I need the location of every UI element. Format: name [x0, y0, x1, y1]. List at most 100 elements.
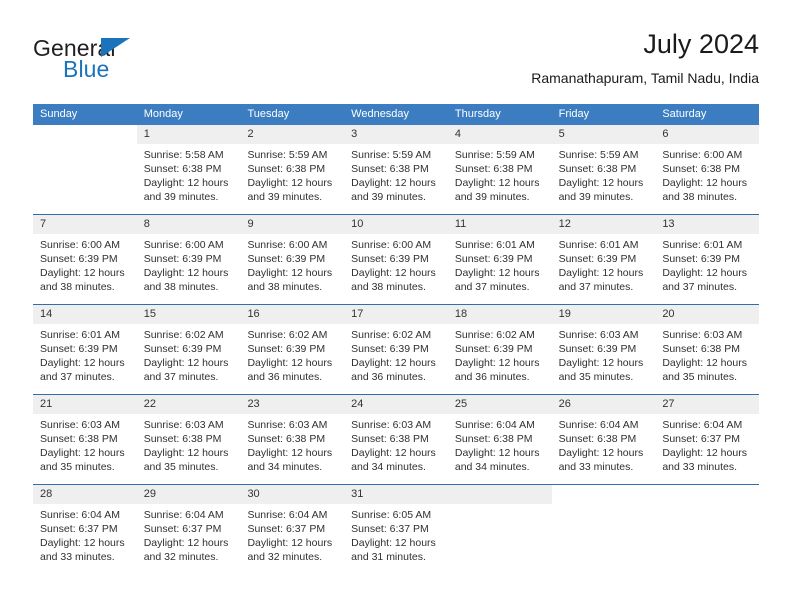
logo-text-blue: Blue [63, 56, 110, 82]
day-cell[interactable]: 18 Sunrise: 6:02 AM Sunset: 6:39 PM Dayligh… [447, 305, 552, 394]
day-cell[interactable]: 17 Sunrise: 6:02 AM Sunset: 6:39 PM Dayligh… [344, 305, 448, 394]
sunrise-text: Sunrise: 5:59 AM [247, 149, 328, 161]
sunrise-text: Sunrise: 6:04 AM [40, 509, 120, 521]
day-number: 20 [655, 305, 760, 324]
day-cell[interactable]: 6 Sunrise: 6:00 AM Sunset: 6:38 PM Daylight… [655, 125, 760, 214]
daylight-text-line2: and 32 minutes. [247, 551, 323, 563]
sunset-text: Sunset: 6:39 PM [351, 253, 429, 265]
day-cell[interactable]: 20 Sunrise: 6:03 AM Sunset: 6:38 PM Dayligh… [655, 305, 760, 394]
sunrise-text: Sunrise: 6:01 AM [40, 329, 120, 341]
day-cell[interactable]: 22 Sunrise: 6:03 AM Sunset: 6:38 PM Dayligh… [136, 395, 241, 484]
sunrise-text: Sunrise: 6:04 AM [143, 509, 224, 521]
daylight-text-line2: and 35 minutes. [143, 461, 219, 473]
weekday-header-sunday: Sunday [40, 108, 78, 120]
day-number: 24 [344, 395, 448, 414]
week-row: 28 Sunrise: 6:04 AM Sunset: 6:37 PM Dayligh… [33, 484, 759, 574]
daylight-text-line1: Daylight: 12 hours [247, 537, 333, 549]
sunset-text: Sunset: 6:38 PM [558, 163, 637, 175]
day-cell[interactable]: 1 Sunrise: 5:58 AM Sunset: 6:38 PM Daylight… [136, 125, 241, 214]
daylight-text-line1: Daylight: 12 hours [454, 357, 540, 369]
day-details: Sunrise: 5:59 AM Sunset: 6:38 PM Daylight:… [552, 144, 656, 210]
day-cell[interactable]: 26 Sunrise: 6:04 AM Sunset: 6:38 PM Dayligh… [551, 395, 656, 484]
day-cell[interactable]: 31 Sunrise: 6:05 AM Sunset: 6:37 PM Dayligh… [344, 485, 448, 574]
location-subtitle: Ramanathapuram, Tamil Nadu, India [531, 70, 759, 86]
day-details: Sunrise: 5:59 AM Sunset: 6:38 PM Daylight:… [344, 144, 448, 210]
day-cell[interactable]: 25 Sunrise: 6:04 AM Sunset: 6:38 PM Dayligh… [447, 395, 552, 484]
day-number [33, 125, 137, 144]
day-cell[interactable]: 11 Sunrise: 6:01 AM Sunset: 6:39 PM Dayligh… [447, 215, 552, 304]
day-details: Sunrise: 6:04 AM Sunset: 6:37 PM Daylight:… [33, 504, 137, 570]
day-number: 8 [136, 215, 241, 234]
sunset-text: Sunset: 6:39 PM [143, 253, 222, 265]
day-cell[interactable]: 7 Sunrise: 6:00 AM Sunset: 6:39 PM Daylight… [33, 215, 137, 304]
daylight-text-line1: Daylight: 12 hours [40, 267, 125, 279]
daylight-text-line2: and 34 minutes. [454, 461, 530, 473]
day-cell[interactable]: 2 Sunrise: 5:59 AM Sunset: 6:38 PM Daylight… [240, 125, 345, 214]
daylight-text-line2: and 39 minutes. [558, 191, 634, 203]
day-cell[interactable]: 19 Sunrise: 6:03 AM Sunset: 6:39 PM Dayligh… [551, 305, 656, 394]
sunrise-text: Sunrise: 6:01 AM [662, 239, 743, 251]
day-cell[interactable]: 10 Sunrise: 6:00 AM Sunset: 6:39 PM Dayligh… [344, 215, 448, 304]
sunrise-text: Sunrise: 6:03 AM [247, 419, 328, 431]
day-cell[interactable]: 24 Sunrise: 6:03 AM Sunset: 6:38 PM Dayligh… [344, 395, 448, 484]
day-cell[interactable]: 28 Sunrise: 6:04 AM Sunset: 6:37 PM Dayligh… [33, 485, 137, 574]
day-number: 2 [240, 125, 345, 144]
daylight-text-line1: Daylight: 12 hours [247, 447, 333, 459]
day-number: 10 [344, 215, 448, 234]
sunset-text: Sunset: 6:38 PM [40, 433, 118, 445]
daylight-text-line1: Daylight: 12 hours [558, 177, 644, 189]
daylight-text-line2: and 31 minutes. [351, 551, 426, 563]
day-number: 27 [655, 395, 760, 414]
sunset-text: Sunset: 6:38 PM [662, 163, 740, 175]
weekday-header-thursday: Thursday [454, 108, 501, 120]
logo-triangle-icon [101, 38, 130, 57]
day-cell[interactable]: 9 Sunrise: 6:00 AM Sunset: 6:39 PM Daylight… [240, 215, 345, 304]
daylight-text-line1: Daylight: 12 hours [558, 357, 644, 369]
day-cell[interactable]: 14 Sunrise: 6:01 AM Sunset: 6:39 PM Dayligh… [33, 305, 137, 394]
daylight-text-line2: and 34 minutes. [351, 461, 426, 473]
daylight-text-line1: Daylight: 12 hours [40, 357, 125, 369]
daylight-text-line1: Daylight: 12 hours [247, 357, 333, 369]
daylight-text-line2: and 39 minutes. [247, 191, 323, 203]
day-details: Sunrise: 6:03 AM Sunset: 6:38 PM Daylight:… [33, 414, 137, 480]
sunset-text: Sunset: 6:39 PM [558, 253, 637, 265]
sunrise-text: Sunrise: 6:04 AM [558, 419, 639, 431]
day-cell[interactable]: 29 Sunrise: 6:04 AM Sunset: 6:37 PM Dayligh… [136, 485, 241, 574]
day-cell[interactable]: 27 Sunrise: 6:04 AM Sunset: 6:37 PM Dayligh… [655, 395, 760, 484]
day-number: 25 [447, 395, 552, 414]
daylight-text-line1: Daylight: 12 hours [351, 177, 436, 189]
daylight-text-line2: and 37 minutes. [143, 371, 219, 383]
sunrise-text: Sunrise: 6:02 AM [351, 329, 432, 341]
title-block: July 2024 Ramanathapuram, Tamil Nadu, In… [531, 28, 759, 89]
day-cell[interactable]: 15 Sunrise: 6:02 AM Sunset: 6:39 PM Dayligh… [136, 305, 241, 394]
daylight-text-line1: Daylight: 12 hours [662, 357, 747, 369]
day-cell[interactable]: 16 Sunrise: 6:02 AM Sunset: 6:39 PM Dayligh… [240, 305, 345, 394]
sunset-text: Sunset: 6:39 PM [662, 253, 740, 265]
daylight-text-line1: Daylight: 12 hours [351, 537, 436, 549]
daylight-text-line1: Daylight: 12 hours [662, 447, 747, 459]
sunset-text: Sunset: 6:38 PM [351, 163, 429, 175]
day-details: Sunrise: 6:03 AM Sunset: 6:38 PM Daylight:… [344, 414, 448, 480]
day-cell[interactable]: 12 Sunrise: 6:01 AM Sunset: 6:39 PM Dayligh… [551, 215, 656, 304]
sunset-text: Sunset: 6:39 PM [558, 343, 637, 355]
sunrise-text: Sunrise: 6:03 AM [143, 419, 224, 431]
day-details: Sunrise: 5:59 AM Sunset: 6:38 PM Daylight:… [240, 144, 344, 210]
day-cell[interactable]: 23 Sunrise: 6:03 AM Sunset: 6:38 PM Dayligh… [240, 395, 345, 484]
daylight-text-line1: Daylight: 12 hours [247, 177, 333, 189]
daylight-text-line2: and 39 minutes. [351, 191, 426, 203]
day-number: 18 [447, 305, 552, 324]
day-cell[interactable]: 13 Sunrise: 6:01 AM Sunset: 6:39 PM Dayligh… [655, 215, 760, 304]
daylight-text-line2: and 32 minutes. [143, 551, 219, 563]
daylight-text-line2: and 38 minutes. [143, 281, 219, 293]
day-number: 21 [33, 395, 137, 414]
weekday-header-tuesday: Tuesday [247, 108, 290, 120]
day-cell[interactable]: 30 Sunrise: 6:04 AM Sunset: 6:37 PM Dayligh… [240, 485, 345, 574]
day-cell[interactable]: 4 Sunrise: 5:59 AM Sunset: 6:38 PM Daylight… [447, 125, 552, 214]
day-cell[interactable]: 3 Sunrise: 5:59 AM Sunset: 6:38 PM Daylight… [344, 125, 448, 214]
day-cell[interactable]: 21 Sunrise: 6:03 AM Sunset: 6:38 PM Dayligh… [33, 395, 137, 484]
day-cell[interactable]: 5 Sunrise: 5:59 AM Sunset: 6:38 PM Daylight… [551, 125, 656, 214]
daylight-text-line2: and 37 minutes. [40, 371, 115, 383]
day-cell[interactable]: 8 Sunrise: 6:00 AM Sunset: 6:39 PM Daylight… [136, 215, 241, 304]
sunrise-text: Sunrise: 6:00 AM [662, 149, 743, 161]
page-header: General Blue July 2024 Ramanathapuram, T… [33, 28, 759, 98]
